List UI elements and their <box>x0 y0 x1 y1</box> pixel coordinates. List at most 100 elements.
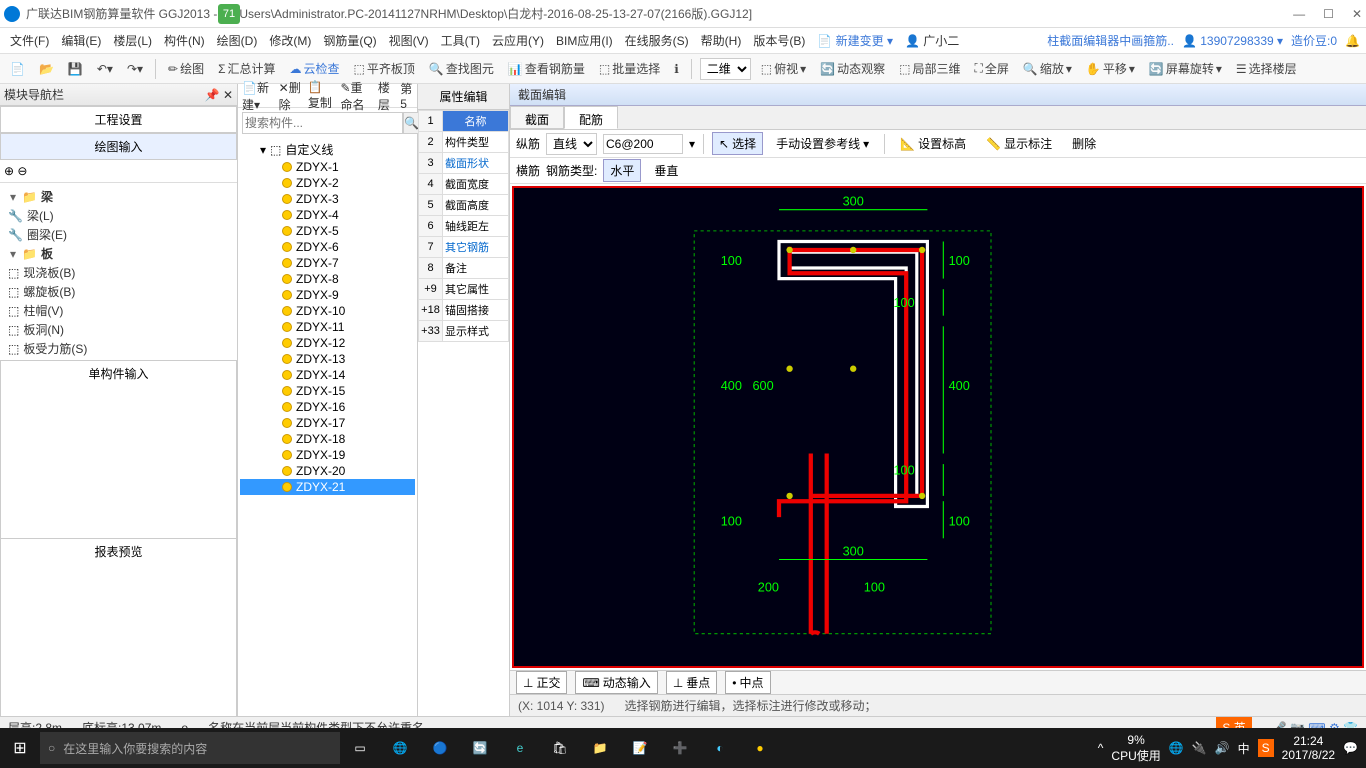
save-button[interactable]: 💾 <box>64 60 87 78</box>
vertical-button[interactable]: 垂直 <box>647 159 685 182</box>
show-dim-button[interactable]: 📏 显示标注 <box>979 132 1059 155</box>
tree-column-cap[interactable]: ⬚ 柱帽(V) <box>4 301 233 320</box>
component-item[interactable]: ZDYX-18 <box>240 431 415 447</box>
tree-cast-slab[interactable]: ⬚ 现浇板(B) <box>4 263 233 282</box>
property-row[interactable]: 7其它钢筋 <box>419 237 509 258</box>
tip-link[interactable]: 柱截面编辑器中画箍筋.. <box>1047 32 1174 49</box>
component-item[interactable]: ZDYX-6 <box>240 239 415 255</box>
minimize-icon[interactable]: — <box>1293 7 1305 21</box>
edge-icon[interactable]: e <box>500 728 540 768</box>
component-item[interactable]: ZDYX-13 <box>240 351 415 367</box>
close-icon[interactable]: ✕ <box>1352 7 1362 21</box>
open-file-button[interactable]: 📂 <box>35 60 58 78</box>
delete-rebar-button[interactable]: 删除 <box>1065 132 1103 155</box>
undo-button[interactable]: ↶▾ <box>93 60 117 78</box>
property-row[interactable]: 4截面宽度 <box>419 174 509 195</box>
copy-component-button[interactable]: 📋复制 <box>308 80 335 111</box>
component-item[interactable]: ZDYX-15 <box>240 383 415 399</box>
view-rebar-button[interactable]: 📊 查看钢筋量 <box>504 58 589 79</box>
volume-icon[interactable]: 🔊 <box>1215 741 1230 755</box>
component-item[interactable]: ZDYX-19 <box>240 447 415 463</box>
menu-online[interactable]: 在线服务(S) <box>621 30 693 51</box>
property-row[interactable]: +9其它属性 <box>419 279 509 300</box>
view-mode-select[interactable]: 二维 <box>700 58 751 80</box>
close-panel-icon[interactable]: ✕ <box>223 88 233 102</box>
menu-draw[interactable]: 绘图(D) <box>213 30 262 51</box>
app-icon-3[interactable]: 🔄 <box>460 728 500 768</box>
component-item[interactable]: ZDYX-16 <box>240 399 415 415</box>
maximize-icon[interactable]: ☐ <box>1323 7 1334 21</box>
menu-file[interactable]: 文件(F) <box>6 30 53 51</box>
menu-floor[interactable]: 楼层(L) <box>109 30 156 51</box>
property-row[interactable]: 1名称 <box>419 111 509 132</box>
component-item[interactable]: ZDYX-7 <box>240 255 415 271</box>
tab-section[interactable]: 截面 <box>510 106 564 129</box>
draw-button[interactable]: ✏ 绘图 <box>164 58 208 79</box>
property-tab[interactable]: 属性编辑 <box>418 84 509 110</box>
tree-spiral-slab[interactable]: ⬚ 螺旋板(B) <box>4 282 233 301</box>
property-row[interactable]: 2构件类型 <box>419 132 509 153</box>
tab-single-component[interactable]: 单构件输入 <box>0 360 237 538</box>
menu-bim[interactable]: BIM应用(I) <box>552 30 617 51</box>
component-item[interactable]: ZDYX-20 <box>240 463 415 479</box>
menu-help[interactable]: 帮助(H) <box>697 30 746 51</box>
new-file-button[interactable]: 📄 <box>6 60 29 78</box>
tree-slab-rebar[interactable]: ⬚ 板受力筋(S) <box>4 339 233 358</box>
find-element-button[interactable]: 🔍 查找图元 <box>425 58 498 79</box>
select-tool-button[interactable]: ↖ 选择 <box>712 132 763 155</box>
power-icon[interactable]: 🔌 <box>1192 741 1207 755</box>
menu-version[interactable]: 版本号(B) <box>749 30 809 51</box>
horizontal-button[interactable]: 水平 <box>603 159 641 182</box>
menu-cloud[interactable]: 云应用(Y) <box>488 30 548 51</box>
sogou-icon[interactable]: S <box>1258 739 1274 757</box>
section-canvas[interactable]: 300 100 100 400 100 100 100 400 600 100 … <box>512 186 1364 668</box>
app-icon-4[interactable]: ➕ <box>660 728 700 768</box>
menu-modify[interactable]: 修改(M) <box>265 30 315 51</box>
component-item[interactable]: ZDYX-4 <box>240 207 415 223</box>
tree-slab-hole[interactable]: ⬚ 板洞(N) <box>4 320 233 339</box>
property-row[interactable]: 5截面高度 <box>419 195 509 216</box>
notes-icon[interactable]: 📝 <box>620 728 660 768</box>
menu-rebar[interactable]: 钢筋量(Q) <box>319 30 380 51</box>
property-row[interactable]: 6轴线距左 <box>419 216 509 237</box>
tab-report[interactable]: 报表预览 <box>0 538 237 716</box>
ortho-button[interactable]: ⊥ 正交 <box>516 671 567 694</box>
bell-icon[interactable]: 🔔 <box>1345 34 1360 48</box>
app-icon-6[interactable]: ● <box>740 728 780 768</box>
component-item[interactable]: ZDYX-17 <box>240 415 415 431</box>
help-icon[interactable]: ℹ <box>670 60 683 78</box>
tree-beam-l[interactable]: 🔧 梁(L) <box>4 206 233 225</box>
taskbar-search[interactable]: ○ 在这里输入你要搜索的内容 <box>40 732 340 764</box>
expand-icon[interactable]: ⊕ <box>4 164 14 178</box>
app-icon-1[interactable]: 🌐 <box>380 728 420 768</box>
property-row[interactable]: +18锚固搭接 <box>419 300 509 321</box>
property-row[interactable]: 8备注 <box>419 258 509 279</box>
tab-project-settings[interactable]: 工程设置 <box>0 106 237 132</box>
menu-component[interactable]: 构件(N) <box>160 30 209 51</box>
fullscreen-button[interactable]: ⛶ 全屏 <box>970 58 1012 79</box>
perpendicular-snap-button[interactable]: ⊥ 垂点 <box>666 671 717 694</box>
ime-icon[interactable]: 中 <box>1238 740 1250 757</box>
set-elevation-button[interactable]: 📐 设置标高 <box>893 132 973 155</box>
rebar-spec-input[interactable] <box>603 134 683 154</box>
tree-beam[interactable]: ▾📁 梁 <box>4 187 233 206</box>
cloud-check-button[interactable]: ☁ 云检查 <box>286 58 344 79</box>
phone-label[interactable]: 👤 13907298339 ▾ <box>1182 34 1283 48</box>
top-view-button[interactable]: ⬚ 俯视▾ <box>757 58 810 79</box>
tree-ring-beam[interactable]: 🔧 圈梁(E) <box>4 225 233 244</box>
property-row[interactable]: +33显示样式 <box>419 321 509 342</box>
store-icon[interactable]: 🛍 <box>540 728 580 768</box>
component-item[interactable]: ZDYX-11 <box>240 319 415 335</box>
component-item[interactable]: ZDYX-2 <box>240 175 415 191</box>
pin-icon[interactable]: 📌 <box>205 88 220 102</box>
sum-button[interactable]: Σ 汇总计算 <box>214 58 279 79</box>
notification-center-icon[interactable]: 💬 <box>1343 741 1358 755</box>
tab-draw-input[interactable]: 绘图输入 <box>0 133 237 159</box>
manual-ref-button[interactable]: 手动设置参考线 ▾ <box>769 132 876 155</box>
new-change-button[interactable]: 📄 新建变更 ▾ <box>813 30 897 51</box>
component-item[interactable]: ZDYX-8 <box>240 271 415 287</box>
batch-select-button[interactable]: ⬚ 批量选择 <box>595 58 664 79</box>
tab-rebar[interactable]: 配筋 <box>564 106 618 129</box>
component-item[interactable]: ZDYX-21 <box>240 479 415 495</box>
redo-button[interactable]: ↷▾ <box>123 60 147 78</box>
